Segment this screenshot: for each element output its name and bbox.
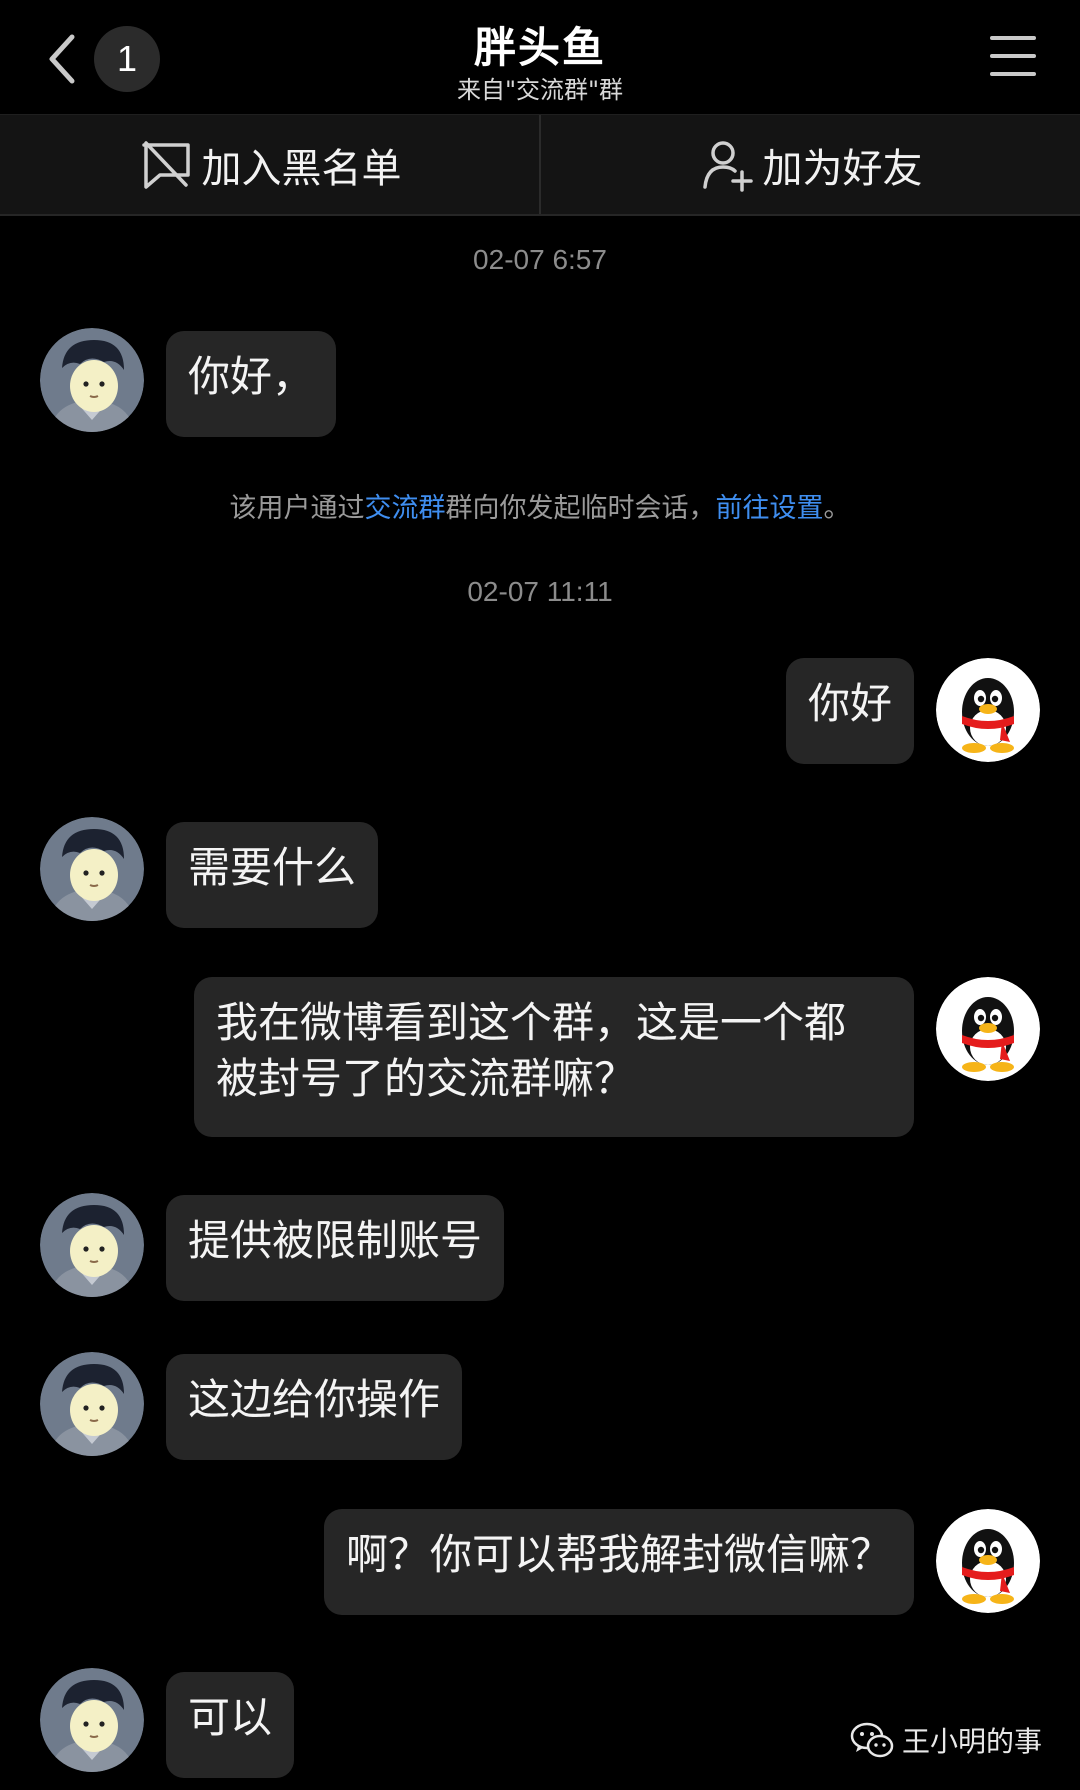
hamburger-menu-icon[interactable] bbox=[990, 36, 1036, 76]
notice-text: 。 bbox=[823, 493, 851, 524]
timestamp: 02-07 6:57 bbox=[473, 244, 607, 275]
message-bubble[interactable]: 啊？你可以帮我解封微信嘛？ bbox=[323, 1509, 914, 1615]
add-user-icon bbox=[702, 140, 753, 192]
timestamp: 02-07 11:11 bbox=[467, 576, 613, 607]
message-text: 啊？你可以帮我解封微信嘛？ bbox=[345, 1530, 892, 1579]
action-bar: 加入黑名单 加为好友 bbox=[0, 114, 1080, 216]
message-text: 提供被限制账号 bbox=[188, 1216, 483, 1265]
contact-avatar[interactable] bbox=[40, 328, 144, 432]
watermark: 王小明的事 bbox=[850, 1716, 1042, 1764]
message-bubble[interactable]: 需要什么 bbox=[166, 822, 379, 928]
contact-avatar[interactable] bbox=[40, 1352, 144, 1456]
add-friend-label: 加为好友 bbox=[762, 145, 923, 192]
message-text: 需要什么 bbox=[188, 843, 357, 892]
notice-text: 该用户通过 bbox=[229, 493, 365, 524]
block-message-icon bbox=[141, 140, 190, 189]
blacklist-label: 加入黑名单 bbox=[201, 145, 402, 192]
system-notice: 该用户通过交流群群向你发起临时会话，前往设置。 bbox=[0, 486, 1080, 525]
add-friend-button[interactable]: 加为好友 bbox=[539, 115, 1080, 214]
message-text: 你好， bbox=[188, 352, 315, 401]
message-bubble[interactable]: 可以 bbox=[166, 1672, 295, 1778]
message-text: 这边给你操作 bbox=[188, 1375, 441, 1424]
self-avatar[interactable] bbox=[936, 1509, 1040, 1613]
message-bubble[interactable]: 这边给你操作 bbox=[166, 1354, 463, 1460]
message-bubble[interactable]: 你好， bbox=[166, 331, 337, 437]
message-bubble[interactable]: 你好 bbox=[785, 658, 914, 764]
add-to-blacklist-button[interactable]: 加入黑名单 bbox=[0, 115, 539, 214]
notice-text: 群向你发起临时会话， bbox=[445, 493, 716, 524]
settings-link[interactable]: 前往设置 bbox=[716, 493, 824, 524]
chat-title: 胖头鱼 bbox=[473, 23, 606, 72]
self-avatar[interactable] bbox=[936, 658, 1040, 762]
message-text: 可以 bbox=[188, 1693, 273, 1742]
group-link[interactable]: 交流群 bbox=[365, 493, 446, 524]
message-bubble[interactable]: 我在微博看到这个群，这是一个都 被封号了的交流群嘛？ bbox=[194, 977, 914, 1137]
message-text-line: 被封号了的交流群嘛？ bbox=[216, 1054, 637, 1103]
message-text: 你好 bbox=[807, 679, 892, 728]
message-text-line: 我在微博看到这个群，这是一个都 bbox=[216, 998, 847, 1047]
watermark-text: 王小明的事 bbox=[901, 1725, 1042, 1758]
contact-avatar[interactable] bbox=[40, 1193, 144, 1297]
wechat-icon bbox=[850, 1722, 894, 1758]
contact-avatar[interactable] bbox=[40, 817, 144, 921]
chat-subtitle: 来自"交流群"群 bbox=[456, 76, 624, 104]
top-bar: 1 胖头鱼 来自"交流群"群 bbox=[0, 0, 1080, 114]
contact-avatar[interactable] bbox=[40, 1668, 144, 1772]
self-avatar[interactable] bbox=[936, 977, 1040, 1081]
message-bubble[interactable]: 提供被限制账号 bbox=[166, 1195, 505, 1301]
